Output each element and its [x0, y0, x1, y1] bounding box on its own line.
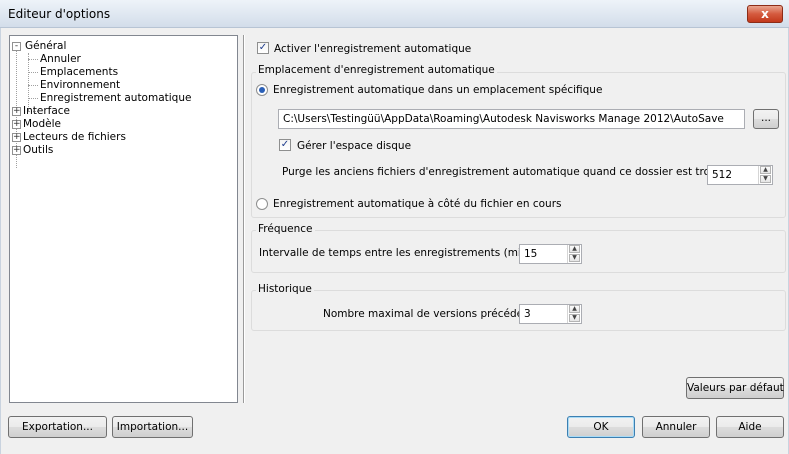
tree-item-label: Enregistrement automatique	[40, 92, 192, 104]
defaults-button[interactable]: Valeurs par défaut	[686, 377, 784, 399]
ok-button[interactable]: OK	[567, 416, 635, 438]
spin-up-icon[interactable]: ▲	[760, 166, 771, 174]
frequency-group-title: Fréquence	[256, 223, 315, 235]
window-title: Editeur d'options	[8, 7, 111, 21]
tree-item-label: Environnement	[40, 79, 121, 91]
tree-connector	[28, 59, 38, 60]
interval-value: 15	[524, 248, 538, 260]
interval-label: Intervalle de temps entre les enregistre…	[259, 247, 555, 259]
cancel-button[interactable]: Annuler	[642, 416, 710, 438]
expand-icon[interactable]: +	[12, 146, 21, 155]
tree-item-annuler[interactable]: Annuler	[40, 53, 81, 66]
history-group-title: Historique	[256, 283, 314, 295]
beside-file-radio[interactable]	[256, 198, 268, 210]
interval-spinner[interactable]: ▲ ▼	[567, 245, 580, 263]
spin-down-icon[interactable]: ▼	[760, 175, 771, 183]
export-button[interactable]: Exportation...	[8, 416, 107, 438]
max-versions-value: 3	[524, 308, 531, 320]
tree-item-label: Modèle	[23, 118, 61, 130]
collapse-icon[interactable]: -	[12, 42, 21, 51]
spin-up-icon[interactable]: ▲	[569, 305, 580, 313]
purge-size-value: 512	[712, 169, 733, 181]
tree-item-label: Interface	[23, 105, 71, 117]
tree-item-environnement[interactable]: Environnement	[40, 79, 120, 92]
tree-connector	[28, 85, 38, 86]
enable-autosave-checkbox[interactable]: ✓	[257, 42, 269, 54]
check-icon: ✓	[280, 139, 290, 150]
browse-button[interactable]: ...	[753, 109, 779, 129]
tree-item-label: Emplacements	[40, 66, 119, 78]
help-button[interactable]: Aide	[716, 416, 784, 438]
enable-autosave-label: Activer l'enregistrement automatique	[274, 43, 472, 55]
purge-size-field[interactable]: 512 ▲ ▼	[707, 165, 773, 185]
max-versions-label: Nombre maximal de versions précédentes	[323, 308, 546, 320]
purge-size-spinner[interactable]: ▲ ▼	[758, 166, 771, 184]
check-icon: ✓	[258, 42, 268, 53]
radio-selected-dot	[259, 87, 265, 93]
autosave-path-field[interactable]: C:\Users\Testingüü\AppData\Roaming\Autod…	[278, 109, 745, 129]
beside-file-label: Enregistrement automatique à côté du fic…	[273, 198, 562, 210]
interval-field[interactable]: 15 ▲ ▼	[519, 244, 582, 264]
expand-icon[interactable]: +	[12, 133, 21, 142]
expand-icon[interactable]: +	[12, 107, 21, 116]
spin-down-icon[interactable]: ▼	[569, 314, 580, 322]
tree-item-label: Général	[25, 40, 67, 52]
specific-location-label: Enregistrement automatique dans un empla…	[273, 84, 603, 96]
tree-item-label: Outils	[23, 144, 54, 156]
close-button[interactable]: x	[747, 5, 783, 23]
max-versions-field[interactable]: 3 ▲ ▼	[519, 304, 582, 324]
expand-icon[interactable]: +	[12, 120, 21, 129]
tree-connector	[28, 98, 38, 99]
tree-item-label: Lecteurs de fichiers	[23, 131, 126, 143]
manage-disk-checkbox[interactable]: ✓	[279, 139, 291, 151]
max-versions-spinner[interactable]: ▲ ▼	[567, 305, 580, 323]
tree-item-enregistrement-automatique[interactable]: Enregistrement automatique	[40, 92, 191, 105]
close-icon: x	[761, 7, 769, 21]
manage-disk-label: Gérer l'espace disque	[297, 140, 412, 152]
options-dialog: - Général Annuler Emplacements Environne…	[0, 28, 789, 454]
title-bar: Editeur d'options x	[0, 0, 789, 28]
spin-down-icon[interactable]: ▼	[569, 254, 580, 262]
purge-label: Purge les anciens fichiers d'enregistrem…	[282, 166, 773, 178]
import-button[interactable]: Importation...	[112, 416, 193, 438]
tree-item-emplacements[interactable]: Emplacements	[40, 66, 118, 79]
specific-location-radio[interactable]	[256, 84, 268, 96]
tree-connector	[28, 53, 29, 111]
location-group-title: Emplacement d'enregistrement automatique	[256, 64, 497, 76]
tree-connector	[28, 72, 38, 73]
splitter[interactable]	[243, 35, 245, 403]
options-tree[interactable]: - Général Annuler Emplacements Environne…	[9, 35, 238, 403]
tree-item-label: Annuler	[40, 53, 81, 65]
spin-up-icon[interactable]: ▲	[569, 245, 580, 253]
